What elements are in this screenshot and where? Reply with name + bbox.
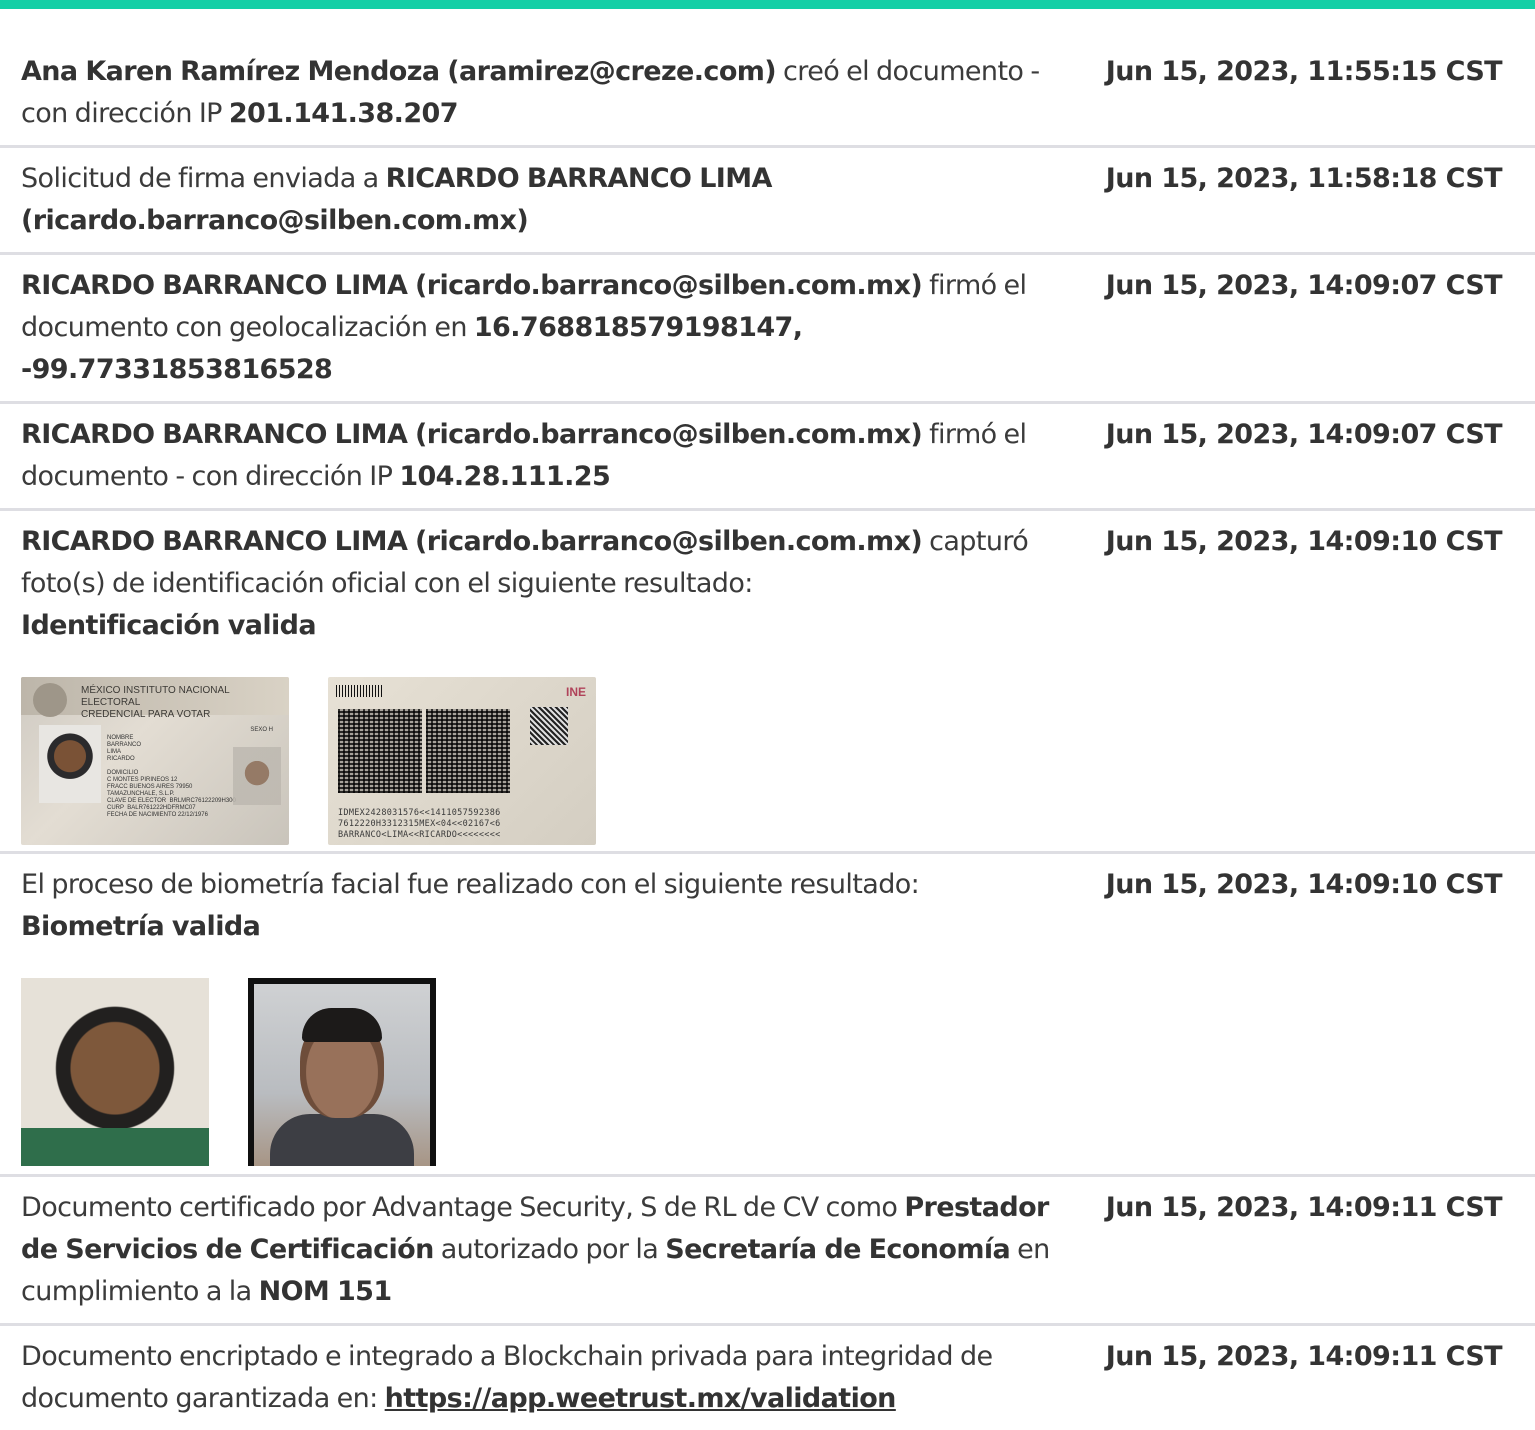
log-description: Documento certificado por Advantage Secu… <box>21 1192 1050 1307</box>
log-row: RICARDO BARRANCO LIMA (ricardo.barranco@… <box>0 511 1535 854</box>
qr-code-icon <box>530 707 568 745</box>
top-accent-bar <box>0 0 1535 9</box>
timestamp: Jun 15, 2023, 14:09:07 CST <box>1105 270 1503 301</box>
qr-code-icon <box>426 709 510 793</box>
log-row: Solicitud de firma enviada a RICARDO BAR… <box>0 148 1535 255</box>
validation-link[interactable]: https://app.weetrust.mx/validation <box>385 1383 897 1414</box>
ip-address: 201.141.38.207 <box>228 98 459 129</box>
timestamp: Jun 15, 2023, 14:09:10 CST <box>1105 526 1503 557</box>
actor: RICARDO BARRANCO LIMA (ricardo.barranco@… <box>21 419 923 450</box>
actor: RICARDO BARRANCO LIMA (ricardo.barranco@… <box>21 270 923 301</box>
log-description: RICARDO BARRANCO LIMA (ricardo.barranco@… <box>21 419 1027 492</box>
timestamp: Jun 15, 2023, 11:58:18 CST <box>1105 163 1503 194</box>
id-portrait <box>39 725 101 803</box>
log-description: Ana Karen Ramírez Mendoza (aramirez@crez… <box>21 56 1040 129</box>
log-row: El proceso de biometría facial fue reali… <box>0 854 1535 1177</box>
timestamp: Jun 15, 2023, 11:55:15 CST <box>1105 56 1503 87</box>
log-row: RICARDO BARRANCO LIMA (ricardo.barranco@… <box>0 255 1535 404</box>
id-photos: MÉXICO INSTITUTO NACIONAL ELECTORAL CREDE… <box>21 677 1535 845</box>
biometry-result: Biometría valida <box>21 911 261 942</box>
id-card-front-image[interactable]: MÉXICO INSTITUTO NACIONAL ELECTORAL CREDE… <box>21 677 289 845</box>
ip-address: 104.28.111.25 <box>399 461 611 492</box>
log-description: Solicitud de firma enviada a RICARDO BAR… <box>21 163 772 236</box>
biometry-photos <box>21 978 1535 1166</box>
log-description: RICARDO BARRANCO LIMA (ricardo.barranco@… <box>21 270 1027 385</box>
timestamp: Jun 15, 2023, 14:09:10 CST <box>1105 869 1503 900</box>
id-result: Identificación valida <box>21 610 317 641</box>
log-row: Documento encriptado e integrado a Block… <box>0 1326 1535 1430</box>
log-row: Ana Karen Ramírez Mendoza (aramirez@crez… <box>0 41 1535 148</box>
log-row: RICARDO BARRANCO LIMA (ricardo.barranco@… <box>0 404 1535 511</box>
actor: Ana Karen Ramírez Mendoza (aramirez@crez… <box>21 56 777 87</box>
id-card-back-image[interactable]: INE IDMEX2428031576<<1411057592386 76122… <box>328 677 596 845</box>
timestamp: Jun 15, 2023, 14:09:11 CST <box>1105 1341 1503 1372</box>
timestamp: Jun 15, 2023, 14:09:11 CST <box>1105 1192 1503 1223</box>
seal-icon <box>33 683 67 717</box>
actor: RICARDO BARRANCO LIMA (ricardo.barranco@… <box>21 526 923 557</box>
timestamp: Jun 15, 2023, 14:09:07 CST <box>1105 419 1503 450</box>
barcode-icon <box>336 685 384 697</box>
log-description: RICARDO BARRANCO LIMA (ricardo.barranco@… <box>21 526 1029 641</box>
id-face-image[interactable] <box>21 978 209 1166</box>
log-description: Documento encriptado e integrado a Block… <box>21 1341 993 1414</box>
log-row: Documento certificado por Advantage Secu… <box>0 1177 1535 1326</box>
audit-log: Ana Karen Ramírez Mendoza (aramirez@crez… <box>0 41 1535 1430</box>
qr-code-icon <box>338 709 422 793</box>
log-description: El proceso de biometría facial fue reali… <box>21 869 920 942</box>
selfie-image[interactable] <box>248 978 436 1166</box>
id-ghost-portrait <box>233 747 281 805</box>
